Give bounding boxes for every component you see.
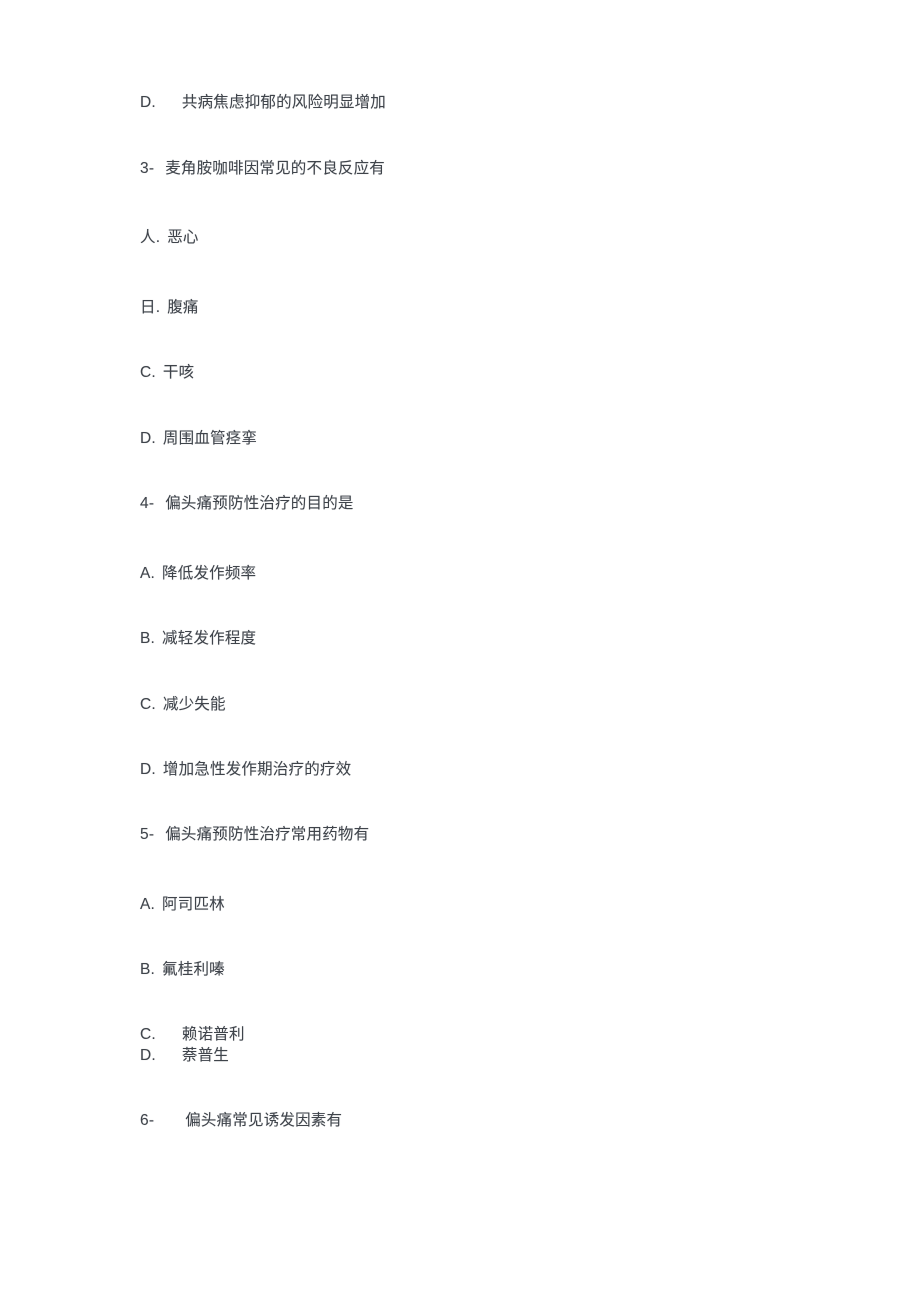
answer-option: A. 阿司匹林 [140, 897, 225, 913]
answer-option: B. 氟桂利嗪 [140, 962, 225, 978]
option-text: 阿司匹林 [162, 896, 225, 913]
option-letter: 人. [140, 229, 161, 246]
question-stem: 6- 偏头痛常见诱发因素有 [140, 1113, 342, 1129]
option-text: 腹痛 [167, 299, 199, 316]
option-text: 萘普生 [181, 1047, 230, 1064]
option-text: 减少失能 [162, 696, 226, 713]
document-page: D. 共病焦虑抑郁的风险明显增加 3- 麦角胺咖啡因常见的不良反应有人. 恶心日. 腹痛 C… [0, 0, 920, 1302]
answer-option: C. 干咳 [140, 365, 194, 381]
option-letter: A. [140, 565, 156, 582]
question-stem: 3- 麦角胺咖啡因常见的不良反应有 [140, 161, 385, 177]
answer-option: D. 萘普生 [140, 1048, 229, 1064]
question-number: 4- [140, 495, 155, 512]
question-text: 偏头痛预防性治疗常用药物有 [165, 826, 370, 843]
option-letter: C. [140, 1026, 156, 1043]
option-letter: D. [140, 94, 156, 111]
option-letter: D. [140, 430, 156, 447]
option-letter: B. [140, 630, 156, 647]
option-text: 增加急性发作期治疗的疗效 [162, 761, 352, 778]
answer-option: C. 赖诺普利 [140, 1027, 245, 1043]
option-letter: 日. [140, 299, 161, 316]
question-text: 偏头痛预防性治疗的目的是 [165, 495, 354, 512]
question-text: 麦角胺咖啡因常见的不良反应有 [165, 160, 385, 177]
option-text: 降低发作频率 [162, 565, 257, 582]
question-number: 3- [140, 160, 155, 177]
answer-option: 日. 腹痛 [140, 300, 199, 316]
option-text: 恶心 [167, 229, 199, 246]
option-letter: C. [140, 696, 156, 713]
option-text: 干咳 [162, 364, 195, 381]
answer-option: D. 增加急性发作期治疗的疗效 [140, 762, 351, 778]
answer-option: A. 降低发作频率 [140, 566, 256, 582]
question-number: 6- [140, 1112, 155, 1129]
question-text: 偏头痛常见诱发因素有 [185, 1112, 343, 1129]
answer-option: B. 减轻发作程度 [140, 631, 256, 647]
option-letter: B. [140, 961, 156, 978]
answer-option: D. 共病焦虑抑郁的风险明显增加 [140, 95, 386, 111]
question-stem: 5- 偏头痛预防性治疗常用药物有 [140, 827, 369, 843]
option-letter: D. [140, 761, 156, 778]
option-letter: A. [140, 896, 156, 913]
answer-option: 人. 恶心 [140, 230, 199, 246]
option-text: 共病焦虑抑郁的风险明显增加 [181, 94, 387, 111]
option-letter: C. [140, 364, 156, 381]
option-text: 赖诺普利 [181, 1026, 245, 1043]
option-text: 减轻发作程度 [162, 630, 257, 647]
answer-option: C. 减少失能 [140, 697, 226, 713]
option-text: 周围血管痉挛 [162, 430, 258, 447]
answer-option: D. 周围血管痉挛 [140, 431, 257, 447]
question-number: 5- [140, 826, 155, 843]
option-letter: D. [140, 1047, 156, 1064]
option-text: 氟桂利嗪 [162, 961, 225, 978]
question-stem: 4- 偏头痛预防性治疗的目的是 [140, 496, 354, 512]
